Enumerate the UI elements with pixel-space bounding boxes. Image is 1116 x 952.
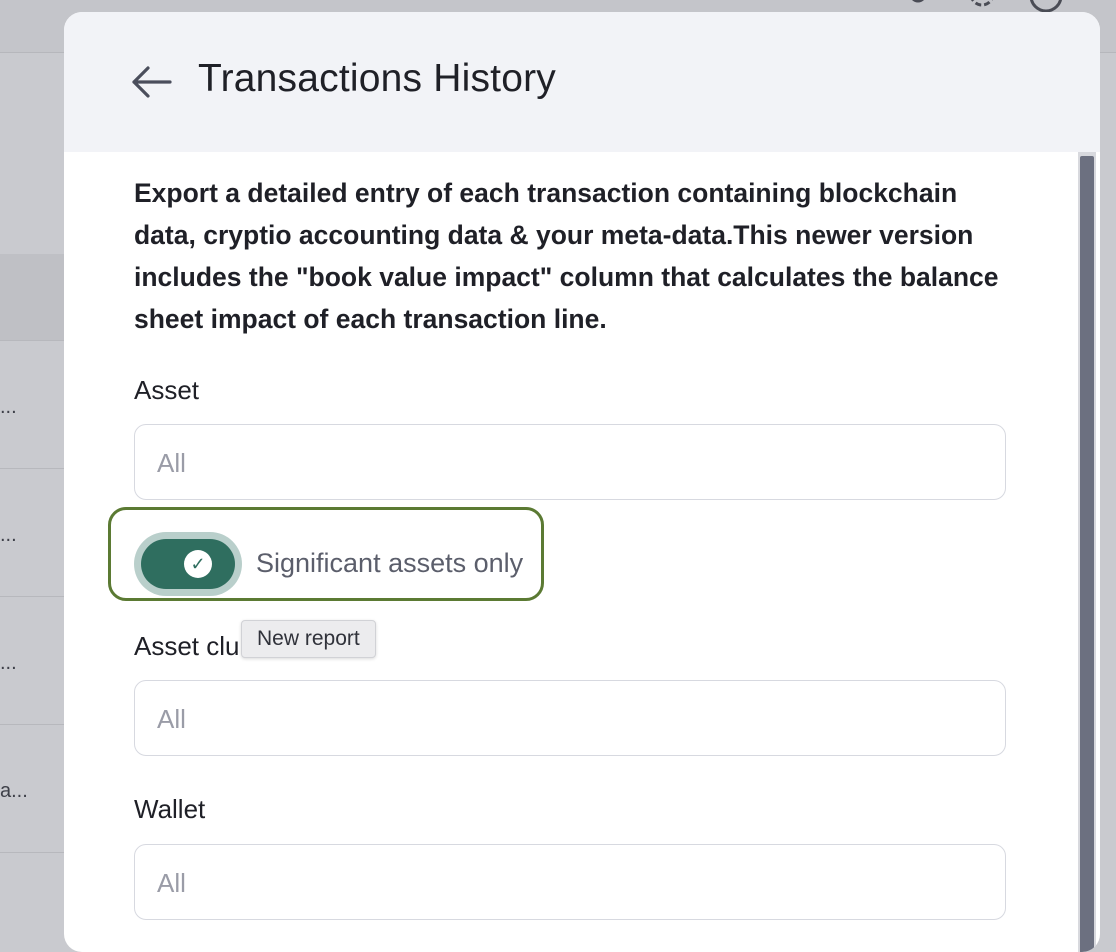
tooltip: New report: [241, 620, 376, 658]
scrollbar-thumb[interactable]: [1080, 156, 1094, 952]
asset-label: Asset: [134, 375, 200, 405]
report-description: Export a detailed entry of each transact…: [134, 178, 999, 334]
significant-assets-label[interactable]: Significant assets only: [256, 548, 523, 579]
scrollbar[interactable]: [1078, 152, 1096, 952]
asset-cluster-select[interactable]: All: [134, 680, 1006, 756]
background-row-text: ...: [0, 396, 17, 418]
check-icon: ✓: [190, 554, 206, 574]
background-divider: [0, 596, 70, 597]
background-row-text: ...: [0, 524, 17, 546]
wallet-select[interactable]: All: [134, 844, 1006, 920]
background-row-text: a...: [0, 780, 28, 802]
significant-assets-toggle[interactable]: ✓: [141, 539, 235, 589]
modal-header: Transactions History: [64, 12, 1100, 152]
asset-cluster-label: Asset clu: [134, 631, 240, 661]
back-arrow-icon: [132, 66, 172, 98]
wallet-select-placeholder: All: [157, 868, 186, 898]
wallet-label: Wallet: [134, 794, 206, 824]
background-table-header: [0, 254, 70, 340]
asset-select-placeholder: All: [157, 448, 186, 478]
back-button[interactable]: [128, 60, 176, 104]
background-row-text: ...: [0, 652, 17, 674]
asset-cluster-select-placeholder: All: [157, 704, 186, 734]
background-divider: [0, 340, 70, 341]
background-divider: [0, 724, 70, 725]
background-divider: [0, 468, 70, 469]
asset-select[interactable]: All: [134, 424, 1006, 500]
report-modal: Transactions History Export a detailed e…: [64, 12, 1100, 952]
background-divider: [0, 852, 70, 853]
toggle-knob: ✓: [184, 550, 212, 578]
modal-title: Transactions History: [198, 57, 556, 100]
